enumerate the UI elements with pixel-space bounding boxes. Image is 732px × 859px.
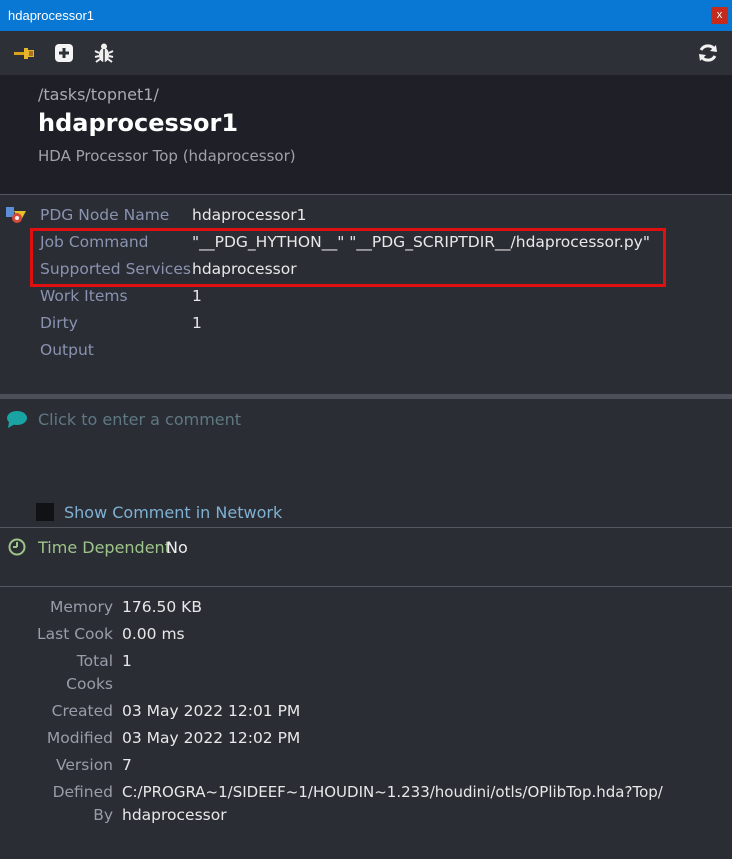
prop-label-output: Output (40, 341, 94, 359)
add-icon[interactable] (52, 41, 76, 65)
defined-by-name: hdaprocessor (122, 806, 227, 824)
prop-label-work-items: Work Items (40, 287, 128, 305)
show-comment-label[interactable]: Show Comment in Network (64, 503, 282, 522)
comment-icon (6, 410, 28, 428)
node-name: hdaprocessor1 (38, 109, 239, 137)
prop-value-pdg-node-name: hdaprocessor1 (192, 206, 307, 224)
total-cooks-label-2: Cooks (66, 675, 113, 693)
prop-value-dirty: 1 (192, 314, 202, 332)
bug-icon[interactable] (92, 41, 116, 65)
node-type: HDA Processor Top (hdaprocessor) (38, 147, 296, 165)
version-label: Version (56, 756, 113, 774)
last-cook-label: Last Cook (37, 625, 113, 643)
close-button[interactable]: x (711, 7, 728, 24)
memory-label: Memory (49, 598, 113, 616)
defined-by-label-2: By (93, 806, 113, 824)
clock-icon (8, 538, 26, 556)
modified-value: 03 May 2022 12:02 PM (122, 729, 301, 747)
version-value: 7 (122, 756, 132, 774)
time-dependent-label: Time Dependent (38, 538, 171, 557)
modified-label: Modified (46, 729, 113, 747)
refresh-icon[interactable] (696, 41, 720, 65)
total-cooks-label: Total (76, 652, 113, 670)
pdg-node-icon (5, 205, 27, 225)
prop-label-dirty: Dirty (40, 314, 78, 332)
comment-input[interactable]: Click to enter a comment (38, 410, 241, 429)
created-label: Created (51, 702, 113, 720)
node-path: /tasks/topnet1/ (38, 85, 159, 104)
defined-by-path: C:/PROGRA~1/SIDEEF~1/HOUDIN~1.233/houdin… (122, 783, 663, 801)
prop-value-work-items: 1 (192, 287, 202, 305)
total-cooks-value: 1 (122, 652, 132, 670)
last-cook-value: 0.00 ms (122, 625, 185, 643)
created-value: 03 May 2022 12:01 PM (122, 702, 301, 720)
time-dependent-value: No (166, 538, 188, 557)
divider (0, 586, 732, 587)
defined-by-label: Defined (52, 783, 113, 801)
highlight-box (30, 228, 666, 287)
window-titlebar: hdaprocessor1 x (0, 0, 732, 31)
memory-value: 176.50 KB (122, 598, 202, 616)
prop-label-pdg-node-name: PDG Node Name (40, 206, 170, 224)
divider (0, 527, 732, 528)
node-header: /tasks/topnet1/ hdaprocessor1 HDA Proces… (0, 75, 732, 194)
toolbar (0, 31, 732, 75)
divider (0, 394, 732, 399)
show-comment-checkbox[interactable] (36, 503, 54, 521)
pin-icon[interactable] (12, 41, 36, 65)
window-title: hdaprocessor1 (8, 8, 94, 23)
divider (0, 194, 732, 195)
